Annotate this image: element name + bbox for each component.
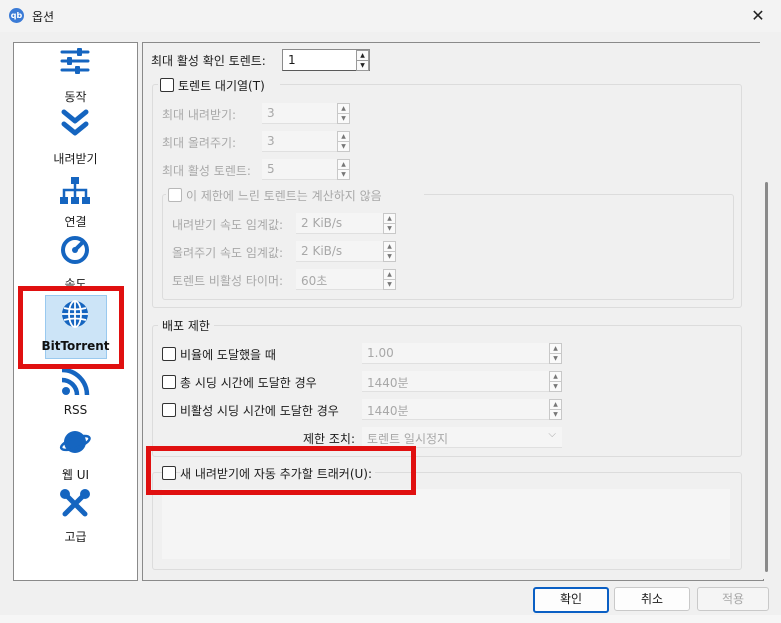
content-scrollbar[interactable] xyxy=(760,42,774,579)
inactivity-timer-label: 토렌트 비활성 타이머: xyxy=(172,274,284,288)
sidebar-item-label: 고급 xyxy=(64,530,87,544)
sidebar-item-label: 연결 xyxy=(64,215,87,229)
highlight-box-trackers xyxy=(146,446,416,495)
seeding-limits-title: 배포 제한 xyxy=(158,317,214,334)
spinbox-value: 5 xyxy=(267,162,275,176)
spin-down-button[interactable]: ▼ xyxy=(383,223,396,234)
queue-checkbox[interactable] xyxy=(160,78,174,92)
ratio-spinbox[interactable]: 1.00 ▲ ▼ xyxy=(362,343,562,364)
inactive-seed-time-label[interactable]: 비활성 시딩 시간에 도달한 경우 xyxy=(180,402,339,419)
spin-down-button[interactable]: ▼ xyxy=(383,251,396,262)
limit-action-label: 제한 조치: xyxy=(303,432,356,446)
spin-down-button[interactable]: ▼ xyxy=(337,113,350,124)
limit-action-value: 토렌트 일시정지 xyxy=(367,432,449,446)
sidebar-item-advanced[interactable]: 고급 xyxy=(14,488,137,550)
max-downloads-label: 최대 내려받기: xyxy=(162,108,237,122)
cancel-button[interactable]: 취소 xyxy=(614,587,690,611)
spin-down-button[interactable]: ▼ xyxy=(356,60,369,71)
spinbox-value: 2 KiB/s xyxy=(301,216,343,230)
slow-torrents-label: 이 제한에 느린 토렌트는 계산하지 않음 xyxy=(186,189,382,203)
ratio-label[interactable]: 비율에 도달했을 때 xyxy=(180,346,276,363)
sidebar-item-label: 웹 UI xyxy=(61,468,90,482)
spinbox-value: 1.00 xyxy=(367,346,394,360)
download-chevrons-icon xyxy=(61,109,89,136)
scrollbar-thumb[interactable] xyxy=(765,182,768,572)
ratio-checkbox[interactable] xyxy=(162,347,176,361)
sidebar-item-label: RSS xyxy=(63,403,88,417)
highlight-box-bittorrent xyxy=(18,286,124,369)
inactive-seed-time-spinbox[interactable]: 1440분 ▲ ▼ xyxy=(362,399,562,420)
slow-torrents-checkbox-wrap[interactable]: 이 제한에 느린 토렌트는 계산하지 않음 xyxy=(166,186,424,203)
sidebar-item-rss[interactable]: RSS xyxy=(14,363,137,425)
inactivity-timer-spinbox[interactable]: 60초 ▲ ▼ xyxy=(296,269,396,290)
max-uploads-spinbox[interactable]: 3 ▲ ▼ xyxy=(262,131,350,152)
seed-time-spinbox[interactable]: 1440분 ▲ ▼ xyxy=(362,371,562,392)
ok-button[interactable]: 확인 xyxy=(533,587,609,613)
slow-torrents-checkbox[interactable] xyxy=(168,188,182,202)
rss-icon xyxy=(61,367,90,396)
trackers-textarea[interactable] xyxy=(162,489,730,559)
max-downloads-spinbox[interactable]: 3 ▲ ▼ xyxy=(262,103,350,124)
spinbox-value: 2 KiB/s xyxy=(301,244,343,258)
bottom-edge xyxy=(0,615,781,623)
network-icon xyxy=(60,177,90,204)
chevron-down-icon: ⌵ xyxy=(548,429,556,440)
tools-icon xyxy=(60,489,90,517)
ul-threshold-spinbox[interactable]: 2 KiB/s ▲ ▼ xyxy=(296,241,396,262)
spin-down-button[interactable]: ▼ xyxy=(549,381,562,392)
app-icon: qb xyxy=(9,8,24,23)
max-active-label: 최대 활성 토렌트: xyxy=(162,164,251,178)
queue-label: 토렌트 대기열(T) xyxy=(178,79,265,93)
limit-action-select[interactable]: 토렌트 일시정지 ⌵ xyxy=(362,427,562,448)
apply-button[interactable]: 적용 xyxy=(697,587,769,611)
max-active-checking-label: 최대 활성 확인 토렌트: xyxy=(151,54,266,68)
spinbox-value: 3 xyxy=(267,106,275,120)
planet-icon xyxy=(59,431,91,453)
spin-down-button[interactable]: ▼ xyxy=(337,169,350,180)
sidebar-item-behavior[interactable]: 동작 xyxy=(14,45,137,107)
close-button[interactable]: ✕ xyxy=(735,0,781,32)
spinbox-value: 3 xyxy=(267,134,275,148)
max-uploads-label: 최대 올려주기: xyxy=(162,136,237,150)
sidebar-item-label: 내려받기 xyxy=(53,152,98,166)
ul-threshold-label: 올려주기 속도 임계값: xyxy=(172,246,284,260)
sidebar-item-label: 동작 xyxy=(64,90,87,104)
spinbox-value: 1440분 xyxy=(367,376,409,390)
speedometer-icon xyxy=(61,236,89,264)
max-active-checking-spinbox[interactable]: 1 ▲ ▼ xyxy=(282,49,370,71)
spin-down-button[interactable]: ▼ xyxy=(549,353,562,364)
sidebar-item-webui[interactable]: 웹 UI xyxy=(14,426,137,488)
sliders-icon xyxy=(60,48,90,74)
dl-threshold-label: 내려받기 속도 임계값: xyxy=(172,218,284,232)
spin-down-button[interactable]: ▼ xyxy=(383,279,396,290)
spin-down-button[interactable]: ▼ xyxy=(337,141,350,152)
title-bar: qb 옵션 ✕ xyxy=(0,0,781,32)
window-title: 옵션 xyxy=(32,10,55,24)
inactive-seed-time-checkbox[interactable] xyxy=(162,403,176,417)
seed-time-checkbox[interactable] xyxy=(162,375,176,389)
max-active-spinbox[interactable]: 5 ▲ ▼ xyxy=(262,159,350,180)
queue-checkbox-wrap[interactable]: 토렌트 대기열(T) xyxy=(158,76,280,93)
spin-down-button[interactable]: ▼ xyxy=(549,409,562,420)
seed-time-label[interactable]: 총 시딩 시간에 도달한 경우 xyxy=(180,374,317,391)
sidebar-item-downloads[interactable]: 내려받기 xyxy=(14,107,137,169)
spinbox-value: 1 xyxy=(288,53,296,67)
dl-threshold-spinbox[interactable]: 2 KiB/s ▲ ▼ xyxy=(296,213,396,234)
sidebar-item-connection[interactable]: 연결 xyxy=(14,171,137,233)
spinbox-value: 60초 xyxy=(301,274,328,288)
spinbox-value: 1440분 xyxy=(367,404,409,418)
